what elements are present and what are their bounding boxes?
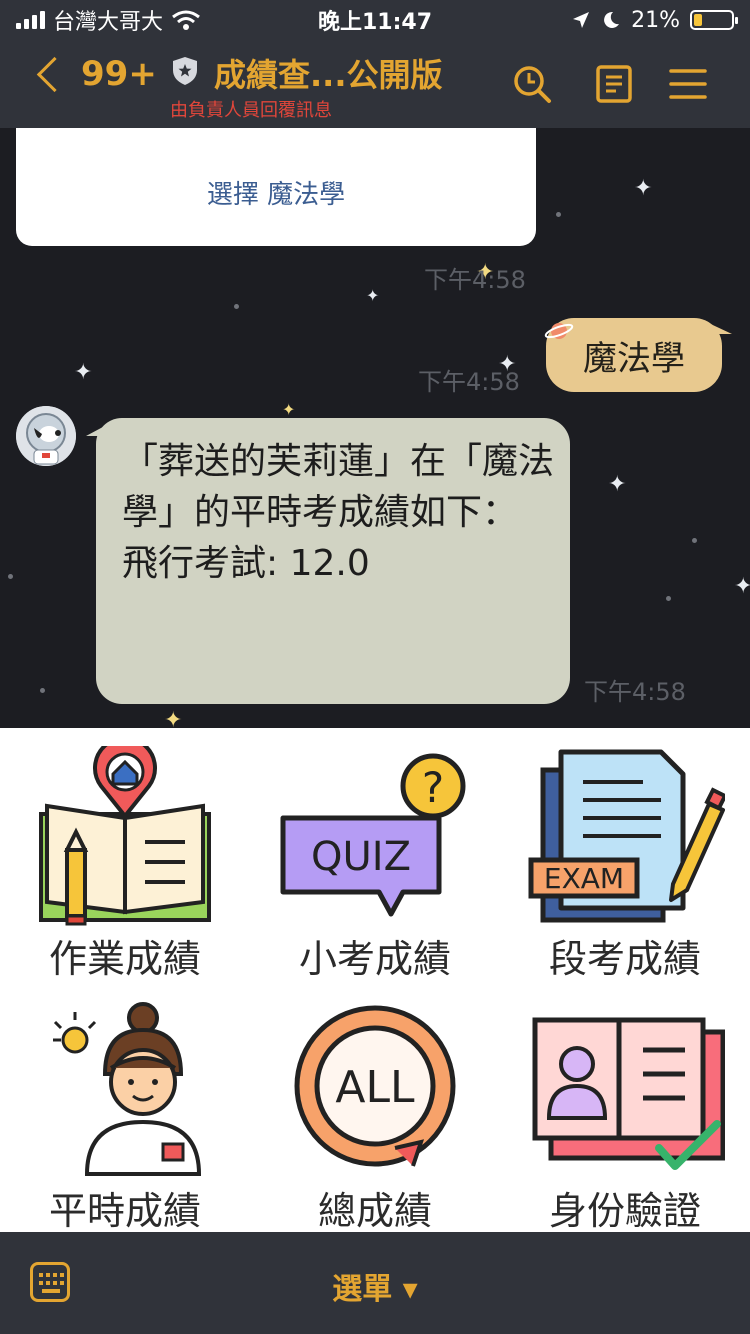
menu-item-total-grades[interactable]: ALL 總成績	[250, 980, 500, 1233]
quiz-icon: QUIZ ?	[280, 753, 466, 917]
unread-count: 99+	[81, 54, 157, 94]
svg-text:QUIZ: QUIZ	[311, 834, 411, 880]
official-shield-icon	[173, 57, 197, 85]
snoopy-astronaut-icon	[16, 406, 76, 466]
dot-decor	[666, 596, 671, 601]
chat-header: 99+ 成績查...公開版 由負責人員回覆訊息	[0, 40, 750, 128]
bot-message-bubble[interactable]: 「葬送的芙莉蓮」在「魔法學」的平時考成績如下： 飛行考試: 12.0	[96, 418, 570, 704]
rich-menu: 作業成績 QUIZ ? 小考成績 EXAM 段考成績 平時成績 ALL 總成績 …	[0, 728, 750, 1233]
sparkle-decor: ✦	[366, 286, 380, 305]
sparkle-decor: ✦	[608, 472, 627, 497]
status-right: 21%	[571, 8, 750, 33]
message-time: 下午4:58	[584, 678, 686, 706]
carrier-name: 台灣大哥大	[53, 10, 164, 35]
battery-icon	[690, 10, 738, 30]
menu-item-quiz-grades[interactable]: QUIZ ? 小考成績	[250, 728, 500, 981]
sparkle-decor: ✦	[734, 574, 750, 599]
menu-label: 平時成績	[48, 1189, 201, 1233]
chevron-left-icon	[36, 56, 73, 92]
status-left: 台灣大哥大	[0, 4, 201, 36]
sparkle-decor: ✦	[164, 708, 183, 729]
menu-label: 小考成績	[298, 937, 451, 981]
dot-decor	[8, 574, 13, 579]
bottom-bar: 選單 ▾	[0, 1232, 750, 1334]
svg-text:?: ?	[422, 763, 444, 812]
menu-item-homework-grades[interactable]: 作業成績	[0, 728, 250, 981]
sparkle-decor: ✦	[634, 176, 653, 201]
hamburger-menu-icon[interactable]	[668, 64, 708, 104]
message-time: 下午4:58	[418, 368, 520, 396]
all-grades-icon: ALL	[294, 1005, 456, 1167]
menu-label: 段考成績	[548, 937, 701, 981]
wifi-icon	[172, 10, 200, 30]
id-card-verify-icon	[532, 1017, 725, 1170]
dot-decor	[692, 538, 697, 543]
menu-label: 總成績	[317, 1189, 432, 1233]
dot-decor	[556, 212, 561, 217]
bot-message-content: 「葬送的芙莉蓮」在「魔法學」的平時考成績如下： 飛行考試: 12.0	[122, 441, 555, 584]
status-bar: 台灣大哥大 晚上11:47 21%	[0, 0, 750, 40]
dot-decor	[234, 304, 239, 309]
menu-item-regular-grades[interactable]: 平時成績	[0, 980, 250, 1233]
moon-icon	[604, 11, 620, 28]
student-icon	[53, 1002, 202, 1176]
menu-item-exam-grades[interactable]: EXAM 段考成績	[500, 728, 750, 981]
svg-text:ALL: ALL	[335, 1062, 415, 1113]
menu-label: 作業成績	[48, 937, 201, 981]
svg-text:EXAM: EXAM	[544, 862, 624, 895]
homework-book-icon	[39, 746, 211, 926]
my-message-text: 魔法學	[583, 338, 685, 379]
notes-icon[interactable]	[594, 64, 634, 104]
chat-area[interactable]: ✦ ✦ ✦ ✦ ✦ ✦ ✦ ✦ ✦ 選擇 魔法學 下午4:58 魔法學 下午4:…	[0, 128, 750, 728]
planet-sticker-icon	[544, 323, 574, 339]
message-time: 下午4:58	[424, 266, 526, 294]
dot-decor	[40, 688, 45, 693]
selection-card: 選擇 魔法學	[16, 128, 536, 246]
avatar[interactable]	[16, 406, 76, 466]
menu-label: 身份驗證	[548, 1189, 701, 1233]
sparkle-decor: ✦	[74, 360, 93, 385]
back-button[interactable]: 99+	[36, 54, 157, 94]
exam-icon: EXAM	[528, 749, 725, 923]
menu-item-identity-verification[interactable]: 身份驗證	[500, 980, 750, 1233]
signal-icon	[16, 11, 45, 29]
chat-subtitle: 由負責人員回覆訊息	[170, 100, 332, 121]
sparkle-decor: ✦	[282, 400, 296, 419]
select-subject-button[interactable]: 選擇 魔法學	[16, 174, 536, 211]
bot-message-text: 「葬送的芙莉蓮」在「魔法學」的平時考成績如下： 飛行考試: 12.0	[122, 436, 562, 589]
location-arrow-icon	[573, 12, 590, 28]
menu-toggle-button[interactable]: 選單 ▾	[0, 1264, 750, 1308]
chat-title: 成績查...公開版	[214, 56, 443, 94]
battery-percent: 21%	[631, 7, 680, 33]
search-icon[interactable]	[512, 64, 552, 104]
